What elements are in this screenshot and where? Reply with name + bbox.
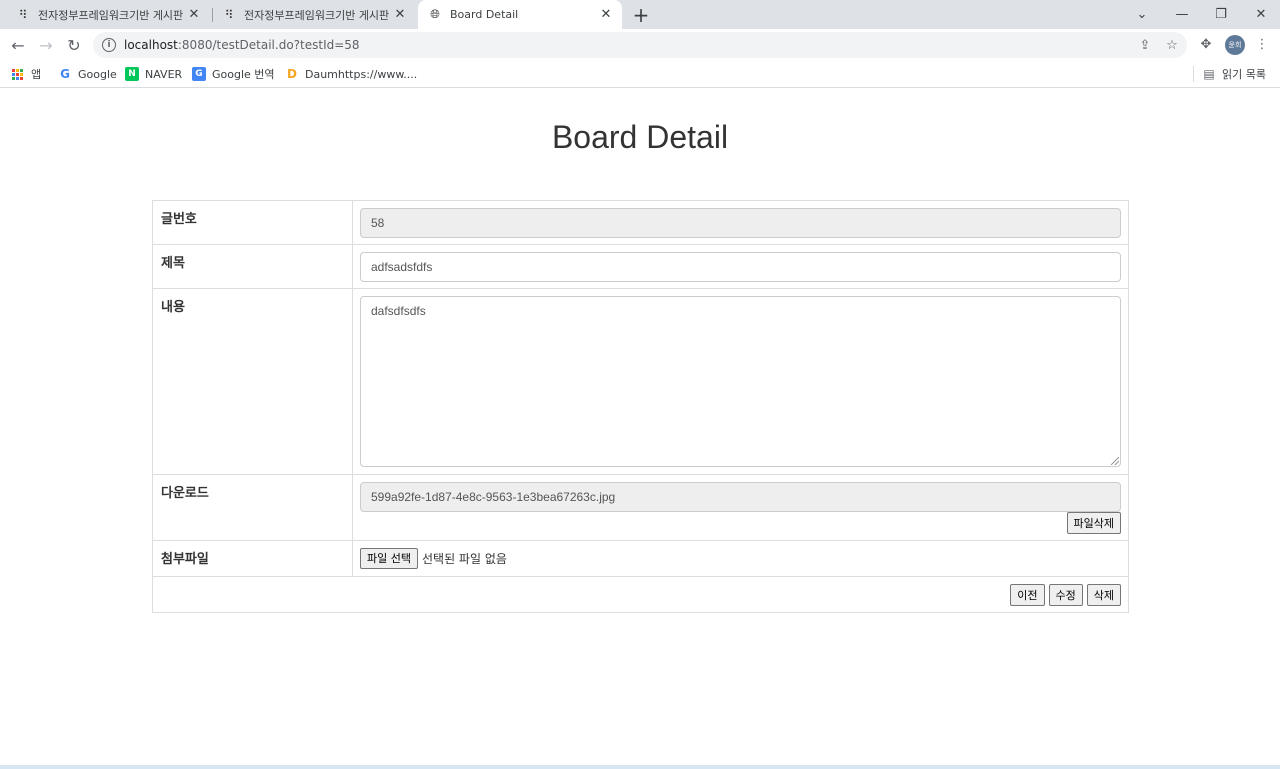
row-title: 제목 adfsadsfdfs: [153, 245, 1128, 289]
url-text[interactable]: localhost:8080/testDetail.do?testId=58: [124, 38, 360, 52]
tab-search-chevron-icon[interactable]: ⌄: [1122, 0, 1162, 29]
title-input[interactable]: adfsadsfdfs: [360, 252, 1121, 282]
bookmark-label: Google: [78, 67, 117, 81]
reading-list-label: 읽기 목록: [1222, 68, 1266, 81]
file-input[interactable]: 파일 선택 선택된 파일 없음: [360, 547, 1121, 569]
page-title: Board Detail: [551, 119, 729, 155]
content-label: 내용: [153, 289, 353, 474]
close-icon[interactable]: ✕: [186, 7, 202, 23]
tab-title: Board Detail: [450, 8, 519, 21]
close-icon[interactable]: ✕: [392, 7, 408, 23]
share-icon[interactable]: ⇪: [1137, 37, 1153, 53]
address-bar[interactable]: i localhost:8080/testDetail.do?testId=58…: [93, 32, 1187, 58]
delete-file-button[interactable]: 파일삭제: [1066, 512, 1121, 534]
edit-button[interactable]: 수정: [1048, 584, 1083, 606]
forward-button[interactable]: →: [34, 33, 58, 57]
title-label: 제목: [153, 245, 353, 288]
browser-toolbar: ← → ↻ i localhost:8080/testDetail.do?tes…: [0, 29, 1280, 60]
reload-button[interactable]: ↻: [62, 33, 86, 57]
row-content: 내용 dafsdfsdfs: [153, 289, 1128, 475]
tab-title: 전자정부프레임워크기반 게시판: [38, 8, 184, 22]
menu-kebab-icon[interactable]: ⋮: [1252, 34, 1272, 54]
daum-icon: D: [287, 67, 297, 81]
egov-favicon-icon: ⠻: [224, 7, 234, 22]
bookmark-google[interactable]: G Google: [58, 65, 117, 83]
bookmarks-divider: [1193, 66, 1194, 82]
profile-avatar[interactable]: 윤희: [1225, 35, 1245, 55]
tab-board-list-2[interactable]: ⠻ 전자정부프레임워크기반 게시판 ✕: [206, 0, 416, 29]
apps-grid-icon: [12, 68, 23, 80]
title-cell: adfsadsfdfs: [353, 245, 1128, 288]
delete-button[interactable]: 삭제: [1086, 584, 1121, 606]
back-button[interactable]: ←: [6, 33, 30, 57]
egov-favicon-icon: ⠻: [18, 7, 28, 22]
bookmark-label: Google 번역: [212, 68, 275, 81]
download-link[interactable]: 599a92fe-1d87-4e8c-9563-1e3bea67263c.jpg: [360, 482, 1121, 512]
resize-grip-icon[interactable]: [1111, 457, 1119, 465]
restore-button[interactable]: ❐: [1201, 0, 1241, 29]
download-label: 다운로드: [153, 475, 353, 540]
google-icon: G: [60, 67, 70, 81]
row-id: 글번호 58: [153, 201, 1128, 245]
google-translate-icon: G: [192, 67, 206, 81]
bookmark-label: Daumhttps://www....: [305, 67, 418, 81]
tab-board-list-1[interactable]: ⠻ 전자정부프레임워크기반 게시판 ✕: [0, 0, 210, 29]
row-download: 다운로드 599a92fe-1d87-4e8c-9563-1e3bea67263…: [153, 475, 1128, 541]
download-cell: 599a92fe-1d87-4e8c-9563-1e3bea67263c.jpg…: [353, 475, 1128, 540]
extensions-icon[interactable]: ✥: [1196, 34, 1216, 54]
bookmark-google-translate[interactable]: G Google 번역: [192, 65, 275, 83]
url-path: :8080/testDetail.do?testId=58: [177, 38, 360, 52]
actions-cell: 이전 수정 삭제: [153, 577, 1128, 612]
naver-icon: N: [125, 67, 139, 81]
bookmark-daum[interactable]: D Daumhttps://www....: [285, 65, 417, 83]
bookmark-apps[interactable]: 앱: [12, 65, 41, 83]
delete-file-wrapper: 파일삭제: [360, 512, 1121, 534]
id-field: 58: [360, 208, 1121, 238]
tab-strip: ⠻ 전자정부프레임워크기반 게시판 ✕ ⠻ 전자정부프레임워크기반 게시판 ✕ …: [0, 0, 1280, 29]
file-status-text: 선택된 파일 없음: [421, 551, 507, 566]
bookmark-naver[interactable]: N NAVER: [125, 65, 182, 83]
globe-icon: 🌐︎: [430, 7, 440, 21]
attach-label: 첨부파일: [153, 541, 353, 576]
reading-list-button[interactable]: ▤ 읽기 목록: [1202, 65, 1266, 83]
new-tab-button[interactable]: +: [630, 3, 652, 27]
bookmark-star-icon[interactable]: ☆: [1164, 37, 1180, 53]
tab-title: 전자정부프레임워크기반 게시판: [244, 8, 390, 22]
attach-cell: 파일 선택 선택된 파일 없음: [353, 541, 1128, 576]
bookmarks-bar: 앱 G Google N NAVER G Google 번역 D Daumhtt…: [0, 60, 1280, 88]
content-text: dafsdfsdfs: [371, 304, 426, 318]
row-actions: 이전 수정 삭제: [153, 577, 1128, 612]
tab-board-detail[interactable]: 🌐︎ Board Detail ✕: [418, 0, 622, 29]
url-host: localhost: [124, 38, 178, 52]
reading-list-icon: ▤: [1203, 67, 1215, 81]
content-cell: dafsdfsdfs: [353, 289, 1128, 474]
action-buttons: 이전 수정 삭제: [160, 584, 1121, 606]
bookmark-label: NAVER: [145, 67, 183, 81]
site-info-icon[interactable]: i: [102, 38, 116, 52]
window-close-button[interactable]: ✕: [1241, 0, 1280, 29]
id-cell: 58: [353, 201, 1128, 244]
row-attach: 첨부파일 파일 선택 선택된 파일 없음: [153, 541, 1128, 577]
content-textarea[interactable]: dafsdfsdfs: [360, 296, 1121, 467]
board-detail-form: 글번호 58 제목 adfsadsfdfs 내용 dafsdfsdfs 다운로드: [152, 200, 1129, 613]
horizontal-scrollbar[interactable]: [0, 765, 1280, 769]
close-icon[interactable]: ✕: [598, 7, 614, 23]
minimize-button[interactable]: —: [1162, 0, 1202, 29]
id-label: 글번호: [153, 201, 353, 244]
choose-file-button[interactable]: 파일 선택: [360, 547, 418, 569]
page-content: Board Detail 글번호 58 제목 adfsadsfdfs 내용 da…: [0, 89, 1280, 769]
bookmark-label: 앱: [31, 68, 42, 81]
prev-button[interactable]: 이전: [1010, 584, 1045, 606]
